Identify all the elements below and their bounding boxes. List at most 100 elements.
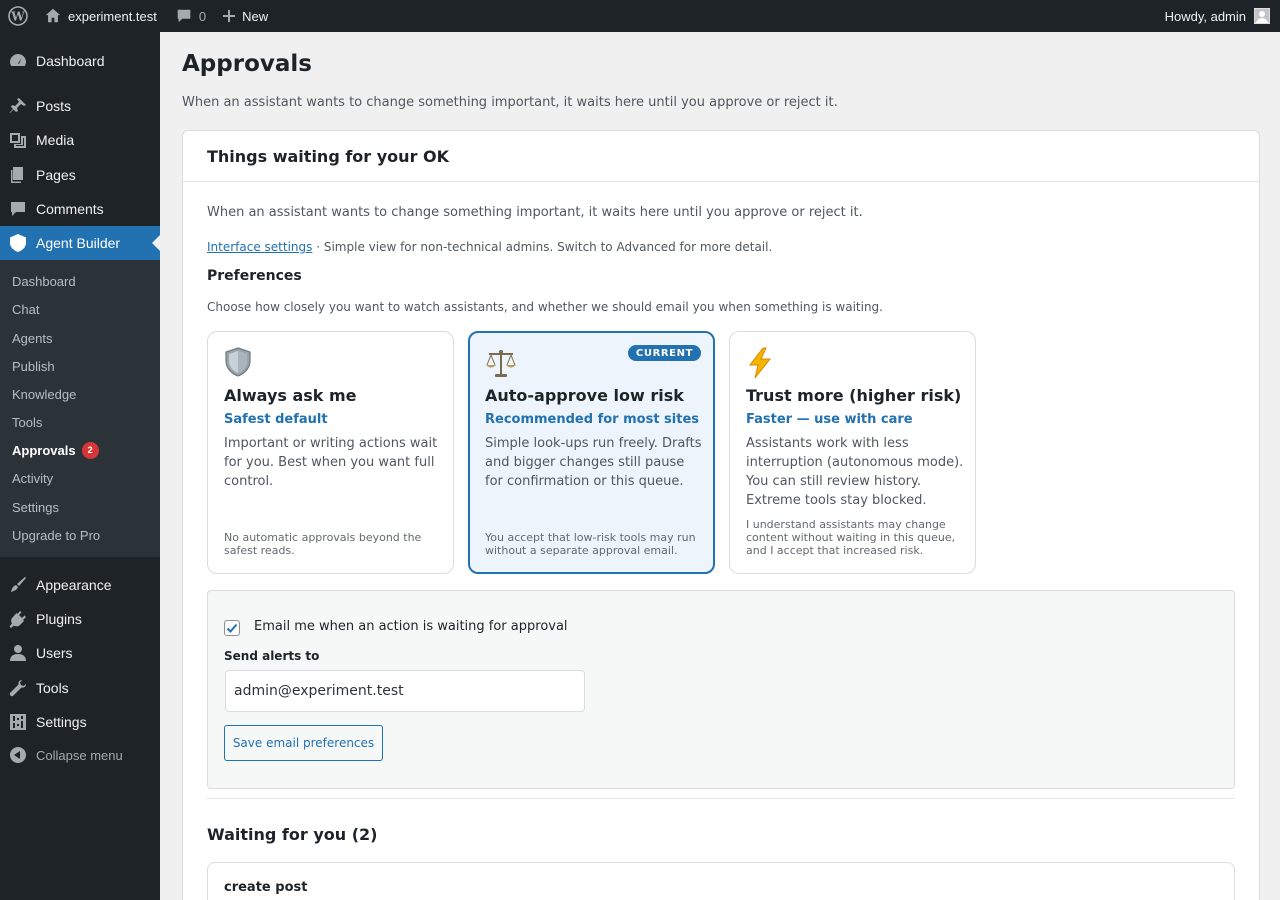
card-intro: When an assistant wants to change someth… — [207, 205, 863, 220]
submenu-dashboard[interactable]: Dashboard — [12, 271, 76, 291]
admin-bar: W experiment.test 0 New Howdy, admin — [0, 0, 1280, 32]
submenu-settings[interactable]: Settings — [12, 497, 59, 517]
users-icon — [0, 643, 36, 663]
alert-email-input[interactable]: admin@experiment.test — [225, 670, 585, 712]
site-name: experiment.test — [68, 8, 157, 24]
menu-dashboard[interactable]: Dashboard — [0, 44, 160, 78]
menu-plugins[interactable]: Plugins — [0, 602, 160, 636]
current-badge: CURRENT — [627, 345, 701, 361]
mode-description: Assistants work with less interruption (… — [746, 436, 964, 508]
queue-item-title: create post — [224, 880, 308, 895]
mode-description: Simple look-ups run freely. Drafts and b… — [485, 436, 702, 489]
checkmark-icon — [226, 623, 238, 633]
submenu-publish[interactable]: Publish — [12, 356, 55, 376]
menu-label: Settings — [36, 714, 87, 730]
menu-label: Plugins — [36, 611, 82, 627]
collapse-menu-button[interactable]: Collapse menu — [0, 738, 160, 772]
menu-agent-builder[interactable]: Agent Builder — [0, 226, 160, 260]
menu-tools[interactable]: Tools — [0, 671, 160, 705]
mode-footnote: You accept that low-risk tools may run w… — [485, 531, 696, 557]
submenu-label: Publish — [12, 358, 55, 374]
mode-footnote: I understand assistants may change conte… — [746, 518, 956, 557]
page-title: Approvals — [182, 51, 312, 77]
menu-label: Agent Builder — [36, 235, 121, 251]
pushpin-icon — [0, 96, 36, 116]
submenu-label: Activity — [12, 470, 54, 486]
mode-subtitle: Safest default — [224, 412, 328, 427]
submenu-upgrade-to-pro[interactable]: Upgrade to Pro — [12, 525, 100, 545]
mode-card-auto-approve[interactable]: CURRENT Auto-approve low risk Recommende… — [468, 331, 715, 574]
menu-label: Media — [36, 132, 75, 148]
submenu-activity[interactable]: Activity — [12, 468, 53, 488]
account-menu[interactable]: Howdy, admin — [1157, 0, 1280, 32]
menu-comments[interactable]: Comments — [0, 192, 160, 226]
send-alerts-label: Send alerts to — [224, 649, 320, 663]
menu-appearance[interactable]: Appearance — [0, 568, 160, 602]
lightning-icon — [746, 347, 776, 379]
submenu-label: Upgrade to Pro — [12, 527, 101, 543]
plugin-icon — [0, 609, 36, 629]
collapse-icon — [0, 747, 36, 763]
pages-icon — [0, 165, 36, 185]
menu-label: Users — [36, 645, 73, 661]
interface-note: · Simple view for non-technical admins. … — [312, 240, 773, 254]
submenu-label: Tools — [12, 414, 43, 430]
submenu-tools[interactable]: Tools — [12, 412, 42, 432]
menu-label: Appearance — [36, 577, 112, 593]
preferences-title: Preferences — [207, 268, 302, 284]
paintbrush-icon — [0, 575, 36, 595]
approvals-card: Things waiting for your OK When an assis… — [182, 130, 1260, 900]
comment-icon — [177, 9, 191, 23]
preferences-description: Choose how closely you want to watch ass… — [207, 300, 883, 314]
home-icon — [45, 8, 61, 23]
queue-item[interactable]: create post — [207, 862, 1235, 900]
scales-icon — [485, 347, 516, 379]
email-preferences-panel: Email me when an action is waiting for a… — [207, 590, 1235, 789]
interface-settings-row: Interface settings · Simple view for non… — [207, 240, 772, 254]
submenu-chat[interactable]: Chat — [12, 299, 39, 319]
mode-subtitle: Faster — use with care — [746, 412, 913, 427]
submenu-label: Approvals — [12, 442, 76, 458]
menu-label: Tools — [36, 680, 69, 696]
shield-icon — [224, 347, 254, 379]
submenu-agents[interactable]: Agents — [12, 328, 52, 348]
comments-link[interactable]: 0 — [165, 0, 214, 32]
svg-text:W: W — [10, 10, 25, 24]
waiting-title: Waiting for you (2) — [207, 825, 378, 844]
dashboard-icon — [0, 51, 36, 71]
menu-label: Dashboard — [36, 53, 105, 69]
agent-builder-submenu: Dashboard Chat Agents Publish Knowledge … — [0, 260, 160, 557]
save-email-preferences-button[interactable]: Save email preferences — [224, 725, 383, 761]
email-alert-label[interactable]: Email me when an action is waiting for a… — [254, 619, 568, 634]
menu-settings[interactable]: Settings — [0, 705, 160, 739]
site-name-link[interactable]: experiment.test — [36, 0, 165, 32]
submenu-label: Knowledge — [12, 386, 77, 402]
submenu-approvals[interactable]: Approvals 2 — [12, 440, 99, 460]
collapse-label: Collapse menu — [36, 747, 123, 763]
mode-title: Auto-approve low risk — [485, 386, 684, 405]
menu-media[interactable]: Media — [0, 123, 160, 157]
menu-users[interactable]: Users — [0, 636, 160, 670]
menu-pages[interactable]: Pages — [0, 158, 160, 192]
interface-settings-link[interactable]: Interface settings — [207, 240, 312, 254]
settings-icon — [0, 712, 36, 732]
section-divider — [207, 798, 1235, 799]
avatar — [1254, 8, 1270, 24]
howdy-text: Howdy, admin — [1164, 8, 1246, 24]
agent-builder-icon — [0, 233, 36, 253]
media-icon — [0, 130, 36, 150]
mode-card-trust-more[interactable]: Trust more (higher risk) Faster — use wi… — [729, 331, 976, 574]
submenu-knowledge[interactable]: Knowledge — [12, 384, 76, 404]
new-content-link[interactable]: New — [214, 0, 276, 32]
menu-label: Pages — [36, 167, 76, 183]
new-label: New — [242, 8, 269, 24]
email-alert-checkbox[interactable] — [224, 620, 240, 636]
mode-description: Important or writing actions wait for yo… — [224, 436, 438, 489]
mode-footnote: No automatic approvals beyond the safest… — [224, 531, 422, 557]
wrench-icon — [0, 678, 36, 698]
wordpress-logo-icon[interactable]: W — [0, 0, 36, 32]
mode-card-always-ask[interactable]: Always ask me Safest default Important o… — [207, 331, 454, 574]
submenu-label: Dashboard — [12, 273, 76, 289]
menu-posts[interactable]: Posts — [0, 89, 160, 123]
submenu-label: Settings — [12, 499, 59, 515]
